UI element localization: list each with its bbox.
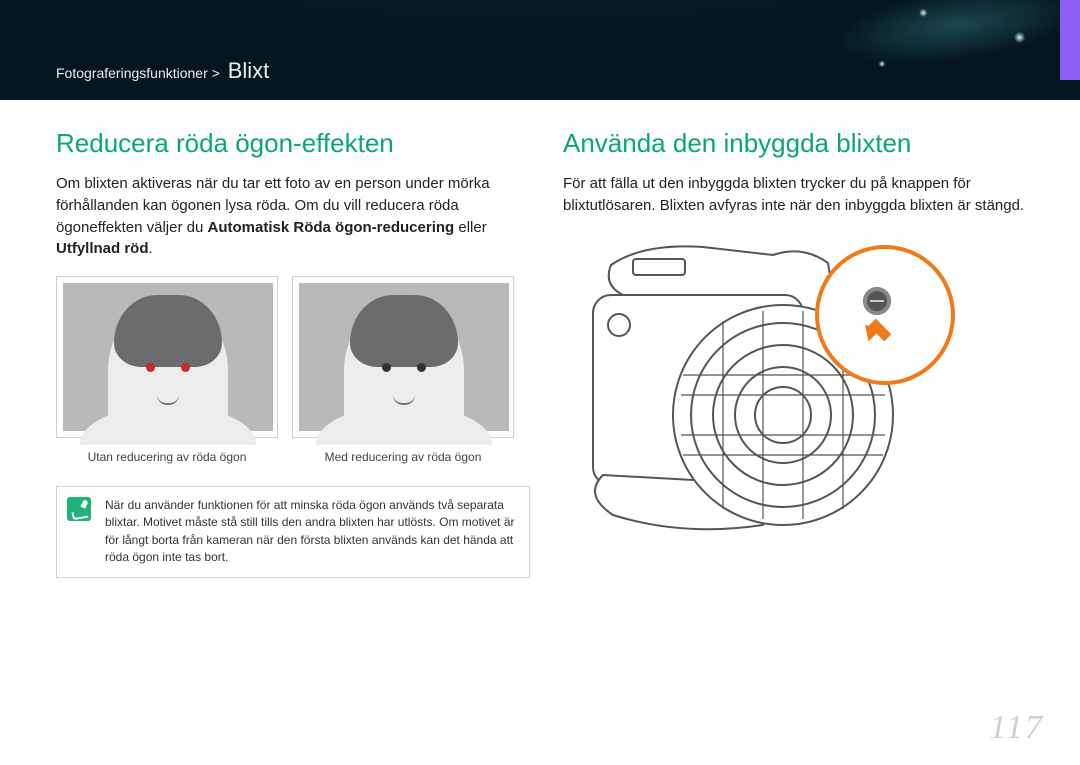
left-column: Reducera röda ögon-effekten Om blixten a…	[56, 128, 523, 578]
page-number: 117	[990, 709, 1044, 747]
content-columns: Reducera röda ögon-effekten Om blixten a…	[0, 100, 1080, 578]
para-mid: eller	[454, 219, 487, 236]
figure-without-reduction	[56, 276, 278, 438]
breadcrumb: Fotograferingsfunktioner > Blixt	[56, 58, 269, 84]
note-callout: När du använder funktionen för att minsk…	[56, 486, 530, 578]
callout-circle	[815, 245, 955, 385]
caption-without: Utan reducering av röda ögon	[56, 444, 278, 464]
caption-with: Med reducering av röda ögon	[292, 444, 514, 464]
camera-illustration	[563, 225, 1003, 545]
caption-row: Utan reducering av röda ögon Med reducer…	[56, 444, 523, 464]
left-heading: Reducera röda ögon-effekten	[56, 128, 523, 159]
bold-option-1: Automatisk Röda ögon-reducering	[208, 219, 455, 236]
breadcrumb-section: Fotograferingsfunktioner >	[56, 65, 220, 81]
left-paragraph: Om blixten aktiveras när du tar ett foto…	[56, 173, 523, 260]
portrait-normal-eye	[299, 283, 509, 431]
pen-note-icon	[67, 497, 91, 521]
note-text: När du använder funktionen för att minsk…	[105, 497, 515, 567]
header-band: Fotograferingsfunktioner > Blixt	[0, 0, 1080, 100]
header-decoration	[672, 0, 1080, 100]
portrait-red-eye	[63, 283, 273, 431]
bold-option-2: Utfyllnad röd	[56, 240, 149, 257]
flash-release-button-icon	[863, 287, 891, 315]
right-column: Använda den inbyggda blixten För att fäl…	[563, 128, 1030, 578]
para-tail: .	[149, 240, 153, 257]
right-paragraph: För att fälla ut den inbyggda blixten tr…	[563, 173, 1030, 217]
figure-row	[56, 276, 523, 438]
breadcrumb-page: Blixt	[228, 58, 270, 83]
right-heading: Använda den inbyggda blixten	[563, 128, 1030, 159]
section-tab	[1060, 0, 1080, 80]
figure-with-reduction	[292, 276, 514, 438]
